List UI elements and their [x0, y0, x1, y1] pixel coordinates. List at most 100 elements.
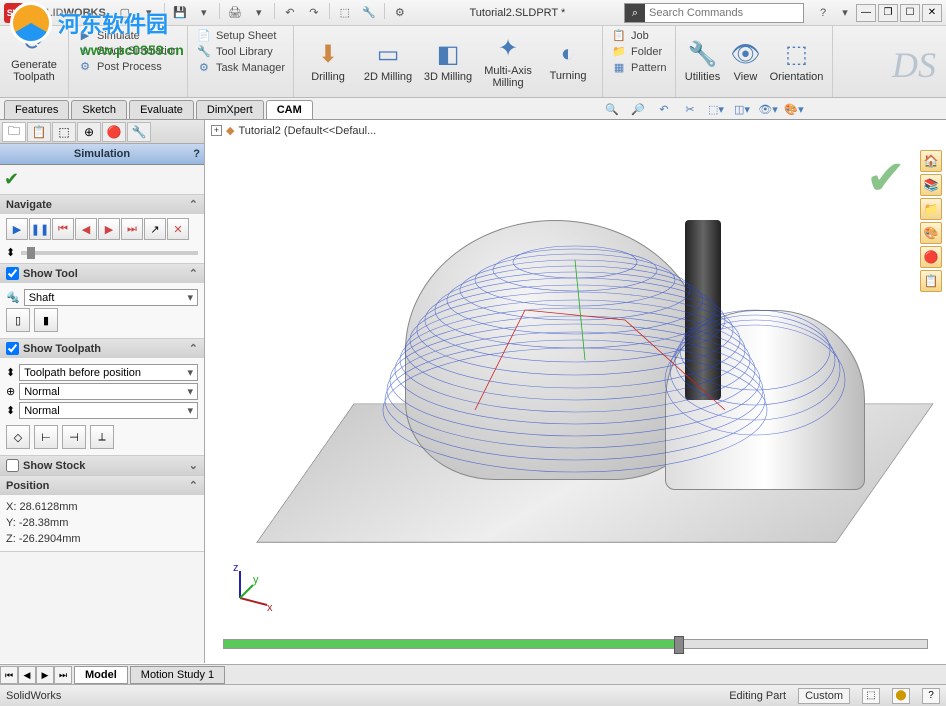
tab-scroll-prev[interactable]: ◀ — [18, 666, 36, 684]
speed-slider[interactable] — [21, 251, 198, 255]
rebuild-button[interactable]: 🔧 — [358, 3, 380, 23]
tp-mode-1-button[interactable]: ◇ — [6, 425, 30, 449]
tool-wire-button[interactable]: ▯ — [6, 308, 30, 332]
ok-check-button[interactable]: ✔ — [4, 169, 19, 189]
utilities-button[interactable]: 🔧Utilities — [682, 28, 724, 95]
tool-library-button[interactable]: 🔧Tool Library — [194, 44, 287, 59]
show-stock-header[interactable]: Show Stock⌄ — [0, 456, 204, 475]
play-button[interactable]: ▶ — [6, 218, 28, 240]
pattern-button[interactable]: ▦Pattern — [609, 60, 668, 75]
tab-scroll-last[interactable]: ⏭ — [54, 666, 72, 684]
toolpath-position-dropdown[interactable]: Toolpath before position▾ — [19, 364, 198, 381]
generate-toolpath-button[interactable]: ⟳ Generate Toolpath — [6, 28, 62, 83]
maximize-button[interactable]: ☐ — [900, 4, 920, 22]
tab-evaluate[interactable]: Evaluate — [129, 100, 194, 119]
expand-tree-icon[interactable]: + — [211, 125, 222, 136]
setup-sheet-button[interactable]: 📄Setup Sheet — [194, 28, 287, 43]
tp-mode-2-button[interactable]: ⊢ — [34, 425, 58, 449]
save-dropdown[interactable]: ▾ — [193, 3, 215, 23]
redo-button[interactable]: ↷ — [303, 3, 325, 23]
next-button[interactable]: ▶ — [98, 218, 120, 240]
job-button[interactable]: 📋Job — [609, 28, 668, 43]
toolpath-normal2-dropdown[interactable]: Normal▾ — [19, 402, 198, 419]
graphics-viewport[interactable]: + ◆ Tutorial2 (Default<<Defaul... ✔ — [205, 120, 946, 663]
cancel-nav-button[interactable]: ✕ — [167, 218, 189, 240]
position-header[interactable]: Position⌃ — [0, 476, 204, 495]
show-toolpath-header[interactable]: Show Toolpath⌃ — [0, 339, 204, 358]
tab-dimxpert[interactable]: DimXpert — [196, 100, 264, 119]
undo-button[interactable]: ↶ — [279, 3, 301, 23]
config-tab[interactable]: ⬚ — [52, 122, 76, 142]
multi-axis-button[interactable]: ✦Multi-Axis Milling — [480, 28, 536, 95]
show-tool-checkbox[interactable] — [6, 267, 19, 280]
close-button[interactable]: ✕ — [922, 4, 942, 22]
file-explorer-tab[interactable]: 📁 — [920, 198, 942, 220]
timeline-thumb[interactable] — [674, 636, 684, 654]
dimxpert-tab[interactable]: ⊕ — [77, 122, 101, 142]
simulate-button[interactable]: ▶Simulate — [75, 28, 181, 43]
pause-button[interactable]: ❚❚ — [29, 218, 51, 240]
flyout-tree-node[interactable]: + ◆ Tutorial2 (Default<<Defaul... — [211, 124, 376, 137]
select-button[interactable]: ⬚ — [334, 3, 356, 23]
tab-cam[interactable]: CAM — [266, 100, 313, 119]
help-button[interactable]: ? — [812, 3, 834, 23]
orientation-button[interactable]: ⬚Orientation — [768, 28, 826, 95]
turning-button[interactable]: ◐Turning — [540, 28, 596, 95]
previous-view-button[interactable]: ↶ — [652, 99, 676, 119]
print-button[interactable]: 🖨 — [224, 3, 246, 23]
3d-milling-button[interactable]: ◧3D Milling — [420, 28, 476, 95]
appearance-button[interactable]: 🎨▾ — [782, 99, 806, 119]
drilling-button[interactable]: ⬇Drilling — [300, 28, 356, 95]
hide-show-button[interactable]: 👁▾ — [756, 99, 780, 119]
options-button[interactable]: ⚙ — [389, 3, 411, 23]
feature-tree-tab[interactable]: 🗀 — [2, 122, 26, 142]
search-input[interactable] — [645, 7, 803, 19]
toolpath-normal1-dropdown[interactable]: Normal▾ — [19, 383, 198, 400]
save-button[interactable]: 💾 — [169, 3, 191, 23]
tab-features[interactable]: Features — [4, 100, 69, 119]
tool-type-dropdown[interactable]: Shaft▾ — [24, 289, 198, 306]
new-button[interactable]: ▢ — [114, 3, 136, 23]
display-tab[interactable]: 🔴 — [102, 122, 126, 142]
tp-mode-4-button[interactable]: ⟂ — [90, 425, 114, 449]
first-button[interactable]: ⏮ — [52, 218, 74, 240]
property-tab[interactable]: 📋 — [27, 122, 51, 142]
simulation-timeline[interactable] — [223, 639, 928, 649]
tool-shaded-button[interactable]: ▮ — [34, 308, 58, 332]
resources-tab[interactable]: 🏠 — [920, 150, 942, 172]
view-button[interactable]: 👁View — [728, 28, 764, 95]
panel-help-button[interactable]: ? — [193, 148, 200, 160]
step-button[interactable]: ↗ — [144, 218, 166, 240]
zoom-fit-button[interactable]: 🔍 — [600, 99, 624, 119]
triad-gizmo[interactable]: z x y — [225, 563, 275, 613]
show-tool-header[interactable]: Show Tool⌃ — [0, 264, 204, 283]
cam-tab[interactable]: 🔧 — [127, 122, 151, 142]
last-button[interactable]: ⏭ — [121, 218, 143, 240]
tp-mode-3-button[interactable]: ⊣ — [62, 425, 86, 449]
show-stock-checkbox[interactable] — [6, 459, 19, 472]
open-button[interactable]: ▾ — [138, 3, 160, 23]
display-style-button[interactable]: ◫▾ — [730, 99, 754, 119]
prev-button[interactable]: ◀ — [75, 218, 97, 240]
tab-sketch[interactable]: Sketch — [71, 100, 127, 119]
design-library-tab[interactable]: 📚 — [920, 174, 942, 196]
tab-scroll-first[interactable]: ⏮ — [0, 666, 18, 684]
status-units[interactable]: Custom — [798, 688, 850, 704]
show-toolpath-checkbox[interactable] — [6, 342, 19, 355]
view-palette-tab[interactable]: 🎨 — [920, 222, 942, 244]
navigate-section-header[interactable]: Navigate⌃ — [0, 195, 204, 214]
2d-milling-button[interactable]: ▭2D Milling — [360, 28, 416, 95]
help-dropdown[interactable]: ▾ — [834, 3, 856, 23]
section-view-button[interactable]: ✂ — [678, 99, 702, 119]
task-manager-button[interactable]: ⚙Task Manager — [194, 60, 287, 75]
restore-button[interactable]: ❐ — [878, 4, 898, 22]
tab-scroll-next[interactable]: ▶ — [36, 666, 54, 684]
custom-props-tab[interactable]: 📋 — [920, 270, 942, 292]
model-tab[interactable]: Model — [74, 666, 128, 684]
folder-button[interactable]: 📁Folder — [609, 44, 668, 59]
motion-study-tab[interactable]: Motion Study 1 — [130, 666, 225, 684]
post-process-button[interactable]: ⚙Post Process — [75, 59, 181, 74]
minimize-button[interactable]: — — [856, 4, 876, 22]
search-commands[interactable]: ⌕ — [624, 3, 804, 23]
print-dropdown[interactable]: ▾ — [248, 3, 270, 23]
